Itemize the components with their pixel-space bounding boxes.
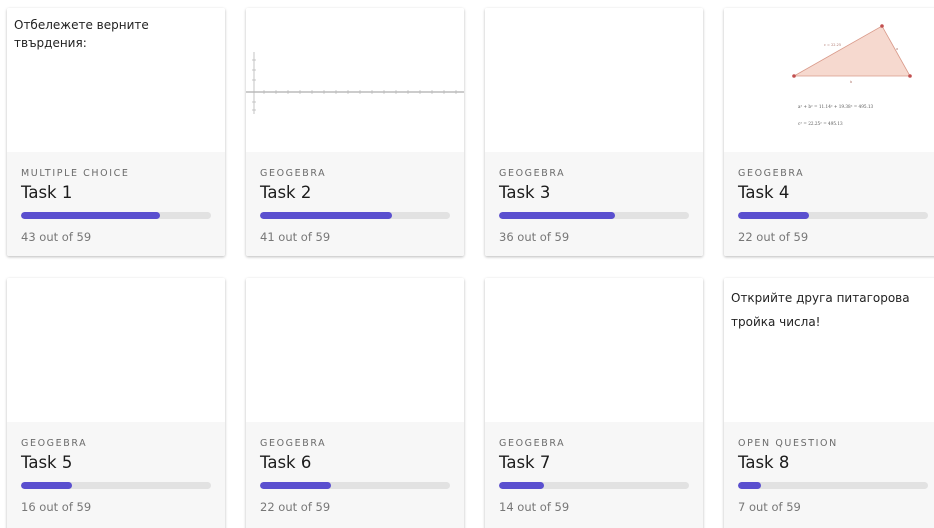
task-title: Task 1 [21,183,73,202]
task-card-footer: GEOGEBRA Task 4 22 out of 59 [724,152,934,256]
progress-fill [738,212,809,219]
submission-count: 22 out of 59 [738,230,809,244]
task-preview: c = 22.25 a b a² + b² = 11.14² + 19.38² … [724,8,934,152]
task-preview: Отбележете верните твърдения: [7,8,225,152]
task-title: Task 7 [499,453,551,472]
task-card-footer: OPEN QUESTION Task 8 7 out of 59 [724,422,934,528]
task-card[interactable]: GEOGEBRA Task 6 22 out of 59 [246,278,464,528]
progress-fill [21,212,160,219]
submission-count: 16 out of 59 [21,500,92,514]
progress-bar [260,482,450,489]
task-card[interactable]: Открийте друга питагорова тройка числа! … [724,278,934,528]
progress-fill [260,482,331,489]
submission-count: 22 out of 59 [260,500,331,514]
triangle-figure-thumbnail: c = 22.25 a b a² + b² = 11.14² + 19.38² … [792,24,912,126]
progress-bar [499,482,689,489]
task-title: Task 5 [21,453,73,472]
progress-bar [499,212,689,219]
task-type-label: GEOGEBRA [21,438,88,449]
progress-bar [21,212,211,219]
task-preview [485,278,703,422]
svg-text:c = 22.25: c = 22.25 [824,43,841,47]
progress-fill [21,482,73,489]
task-type-label: GEOGEBRA [260,438,327,449]
task-type-label: OPEN QUESTION [738,438,838,449]
task-card[interactable]: Отбележете верните твърдения: MULTIPLE C… [7,8,225,256]
task-card[interactable]: GEOGEBRA Task 3 36 out of 59 [485,8,703,256]
task-type-label: GEOGEBRA [499,168,566,179]
axis-ticks [252,59,457,111]
task-preview: Открийте друга питагорова тройка числа! [724,278,934,422]
task-type-label: GEOGEBRA [260,168,327,179]
task-card[interactable]: c = 22.25 a b a² + b² = 11.14² + 19.38² … [724,8,934,256]
task-card-footer: MULTIPLE CHOICE Task 1 43 out of 59 [7,152,225,256]
preview-text: Открийте друга питагорова тройка числа! [731,291,910,329]
svg-text:a: a [896,47,898,51]
svg-text:b: b [850,80,853,84]
task-title: Task 2 [260,183,312,202]
axes-graph-thumbnail [246,52,464,114]
submission-count: 14 out of 59 [499,500,570,514]
task-card-footer: GEOGEBRA Task 3 36 out of 59 [485,152,703,256]
task-card-footer: GEOGEBRA Task 7 14 out of 59 [485,422,703,528]
task-card-footer: GEOGEBRA Task 5 16 out of 59 [7,422,225,528]
progress-bar [738,482,928,489]
task-title: Task 8 [738,453,790,472]
submission-count: 36 out of 59 [499,230,570,244]
formula-line: a² + b² = 11.14² + 19.38² = 495.13 [798,104,874,109]
task-title: Task 3 [499,183,551,202]
submission-count: 41 out of 59 [260,230,331,244]
progress-bar [260,212,450,219]
progress-bar [738,212,928,219]
task-title: Task 6 [260,453,312,472]
task-type-label: MULTIPLE CHOICE [21,168,130,179]
task-preview [246,278,464,422]
task-type-label: GEOGEBRA [499,438,566,449]
task-card-footer: GEOGEBRA Task 2 41 out of 59 [246,152,464,256]
formula-line: c² = 22.25² = 495.13 [798,121,843,126]
progress-fill [260,212,393,219]
task-card-footer: GEOGEBRA Task 6 22 out of 59 [246,422,464,528]
preview-text: Отбележете верните твърдения: [14,18,149,50]
progress-fill [499,212,615,219]
task-preview [485,8,703,152]
progress-fill [738,482,761,489]
task-title: Task 4 [738,183,790,202]
task-card[interactable]: GEOGEBRA Task 5 16 out of 59 [7,278,225,528]
submission-count: 43 out of 59 [21,230,92,244]
task-grid: Отбележете верните твърдения: MULTIPLE C… [0,0,934,528]
progress-bar [21,482,211,489]
progress-fill [499,482,545,489]
task-card[interactable]: GEOGEBRA Task 2 41 out of 59 [246,8,464,256]
task-preview [246,8,464,152]
submission-count: 7 out of 59 [738,500,801,514]
task-card[interactable]: GEOGEBRA Task 7 14 out of 59 [485,278,703,528]
task-type-label: GEOGEBRA [738,168,805,179]
task-preview [7,278,225,422]
